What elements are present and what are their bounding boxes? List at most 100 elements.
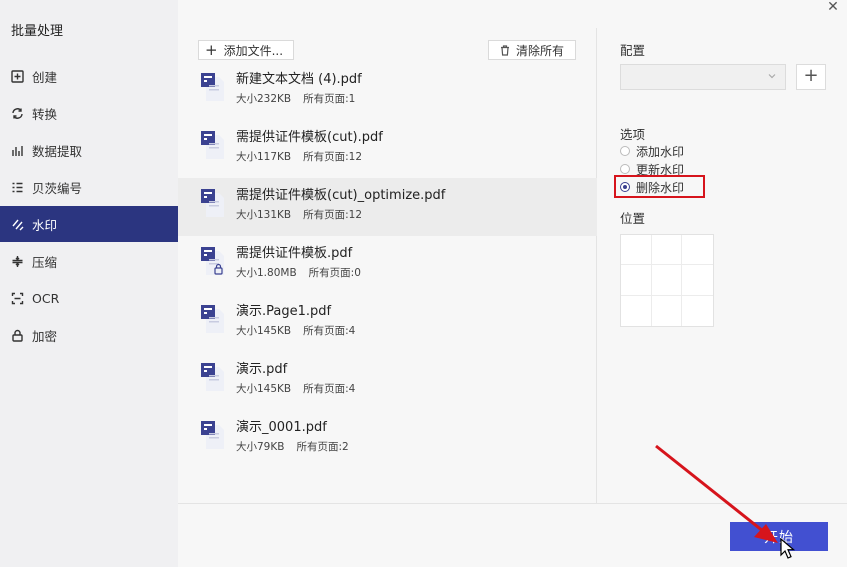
ocr-icon — [10, 291, 24, 305]
highlight-annotation — [614, 175, 705, 198]
file-size: 大小117KB — [236, 151, 292, 163]
file-pages: 所有页面:1 — [303, 93, 356, 105]
radio-dot — [620, 164, 630, 174]
position-cell[interactable] — [682, 265, 713, 296]
convert-icon — [10, 106, 24, 120]
sidebar-item-label: 加密 — [32, 328, 58, 344]
sidebar-item-data-extract[interactable]: 数据提取 — [0, 132, 178, 168]
sidebar-item-compress[interactable]: 压缩 — [0, 243, 178, 279]
clear-all-label: 清除所有 — [515, 43, 564, 58]
file-size: 大小131KB — [236, 209, 292, 221]
position-cell[interactable] — [651, 235, 683, 266]
sidebar-item-watermark[interactable]: 水印 — [0, 206, 178, 242]
file-name: 需提供证件模板(cut).pdf — [236, 130, 383, 145]
radio-add-watermark[interactable]: 添加水印 — [620, 143, 684, 159]
add-config-button[interactable]: + — [796, 64, 826, 90]
file-size: 大小1.80MB — [236, 267, 297, 279]
sidebar-item-label: 压缩 — [32, 254, 58, 270]
lock-icon — [10, 328, 24, 342]
position-cell[interactable] — [621, 235, 652, 266]
file-meta: 大小1.80MB 所有页面:0 — [236, 265, 361, 280]
data-extract-icon — [10, 143, 24, 157]
file-row[interactable]: 需提供证件模板.pdf 大小1.80MB 所有页面:0 — [178, 236, 597, 294]
sidebar-item-label: 转换 — [32, 106, 58, 122]
sidebar-item-create[interactable]: 创建 — [0, 58, 178, 94]
file-pages: 所有页面:2 — [296, 441, 349, 453]
file-name: 需提供证件模板.pdf — [236, 246, 353, 261]
watermark-icon — [10, 217, 24, 231]
start-button[interactable]: 开始 — [730, 522, 828, 551]
pdf-file-icon — [201, 73, 224, 101]
position-cell[interactable] — [652, 295, 683, 326]
file-name: 演示.Page1.pdf — [236, 304, 332, 319]
file-list-panel: + 添加文件... 清除所有 新建文本文档 (4).pdf 大小232KB 所有页面… — [178, 28, 597, 503]
file-name: 新建文本文档 (4).pdf — [236, 72, 362, 87]
sidebar-item-label: 贝茨编号 — [32, 180, 83, 196]
pdf-file-icon — [201, 305, 224, 333]
file-row[interactable]: 演示.pdf 大小145KB 所有页面:4 — [178, 352, 597, 410]
config-label: 配置 — [620, 43, 646, 58]
file-meta: 大小117KB 所有页面:12 — [236, 149, 362, 164]
close-icon[interactable]: ✕ — [825, 0, 841, 16]
compress-icon — [10, 254, 24, 268]
file-pages: 所有页面:0 — [308, 267, 361, 279]
file-pages: 所有页面:12 — [303, 209, 363, 221]
pdf-file-icon — [201, 247, 224, 275]
add-file-label: 添加文件... — [223, 43, 284, 58]
file-pages: 所有页面:4 — [303, 383, 356, 395]
sidebar: 批量处理 创建 转换 数据提取 贝茨编号 水印 压缩 OCR 加密 — [0, 0, 178, 567]
sidebar-item-label: 数据提取 — [32, 143, 83, 159]
sidebar-item-label: 水印 — [32, 217, 58, 233]
bates-number-icon — [10, 180, 24, 194]
file-row[interactable]: 演示_0001.pdf 大小79KB 所有页面:2 — [178, 410, 597, 468]
radio-label: 添加水印 — [636, 144, 685, 159]
file-row[interactable]: 需提供证件模板(cut).pdf 大小117KB 所有页面:12 — [178, 120, 597, 178]
config-panel: 配置 + 选项 添加水印 更新水印 删除水印 位置 — [598, 28, 847, 503]
file-meta: 大小145KB 所有页面:4 — [236, 323, 355, 338]
file-row[interactable]: 需提供证件模板(cut)_optimize.pdf 大小131KB 所有页面:12 — [178, 178, 597, 236]
file-name: 需提供证件模板(cut)_optimize.pdf — [236, 188, 446, 203]
file-row[interactable]: 新建文本文档 (4).pdf 大小232KB 所有页面:1 — [178, 62, 597, 120]
chevron-down-icon — [768, 74, 776, 79]
position-label: 位置 — [620, 211, 646, 226]
file-meta: 大小232KB 所有页面:1 — [236, 91, 355, 106]
file-pages: 所有页面:12 — [303, 151, 363, 163]
create-icon — [10, 69, 24, 83]
pdf-file-icon — [201, 189, 224, 217]
file-size: 大小145KB — [236, 325, 292, 337]
sidebar-item-label: OCR — [32, 290, 60, 306]
file-name: 演示.pdf — [236, 362, 288, 377]
config-select[interactable] — [620, 64, 786, 90]
position-cell[interactable] — [651, 265, 683, 296]
position-cell[interactable] — [621, 295, 652, 326]
sidebar-item-ocr[interactable]: OCR — [0, 280, 178, 316]
sidebar-item-convert[interactable]: 转换 — [0, 95, 178, 131]
file-size: 大小232KB — [236, 93, 292, 105]
clear-all-button[interactable]: 清除所有 — [488, 40, 576, 60]
pdf-file-icon — [201, 131, 224, 159]
radio-dot — [620, 146, 630, 156]
file-meta: 大小131KB 所有页面:12 — [236, 207, 362, 222]
file-pages: 所有页面:4 — [303, 325, 356, 337]
sidebar-item-bates[interactable]: 贝茨编号 — [0, 169, 178, 205]
sidebar-title: 批量处理 — [11, 24, 64, 39]
file-meta: 大小79KB 所有页面:2 — [236, 439, 349, 454]
file-size: 大小145KB — [236, 383, 292, 395]
file-size: 大小79KB — [236, 441, 285, 453]
file-meta: 大小145KB 所有页面:4 — [236, 381, 355, 396]
position-cell[interactable] — [682, 296, 713, 326]
position-cell[interactable] — [682, 235, 713, 266]
sidebar-item-encrypt[interactable]: 加密 — [0, 317, 178, 353]
file-name: 演示_0001.pdf — [236, 420, 327, 435]
add-file-button[interactable]: + 添加文件... — [198, 40, 295, 60]
position-cell[interactable] — [621, 265, 652, 296]
trash-icon — [500, 44, 509, 56]
file-row[interactable]: 演示.Page1.pdf 大小145KB 所有页面:4 — [178, 294, 597, 352]
options-label: 选项 — [620, 127, 646, 142]
sidebar-item-label: 创建 — [32, 69, 58, 85]
pdf-file-icon — [201, 421, 224, 449]
pdf-file-icon — [201, 363, 224, 391]
main-area: ✕ + 添加文件... 清除所有 新建文本文档 (4).pdf 大小232KB 所有… — [178, 0, 847, 567]
plus-icon: + — [205, 40, 218, 59]
position-grid[interactable] — [620, 234, 714, 327]
